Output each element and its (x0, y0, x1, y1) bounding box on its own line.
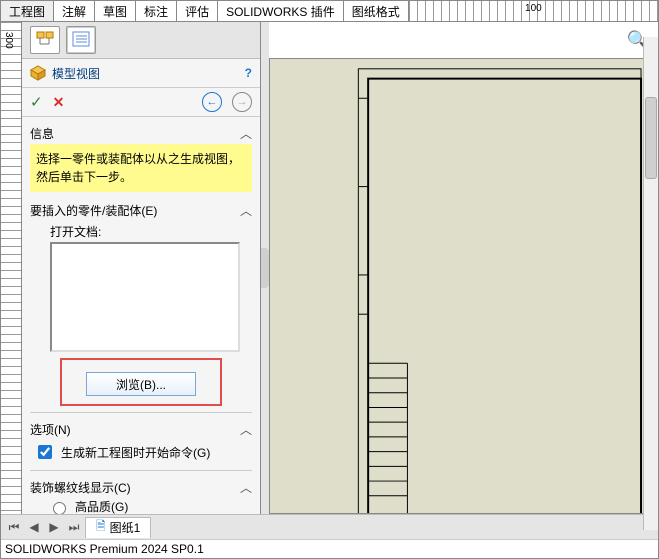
tab-sheet-format[interactable]: 图纸格式 (344, 1, 409, 21)
tab-label: 图纸格式 (352, 3, 400, 20)
tab-sketch[interactable]: 草图 (95, 1, 136, 21)
vertical-scrollbar[interactable] (643, 37, 658, 530)
info-message: 选择一零件或装配体以从之生成视图，然后单击下一步。 (30, 144, 252, 192)
horizontal-ruler: 100 (409, 1, 658, 21)
panel-splitter[interactable] (261, 22, 269, 514)
collapse-icon[interactable]: ︿ (240, 479, 252, 496)
sheet-tab-strip: ⏮ ◀ ▶ ⏭ 🗎 图纸1 (1, 514, 658, 539)
section-info: 信息 ︿ 选择一零件或装配体以从之生成视图，然后单击下一步。 (30, 121, 252, 192)
collapse-icon[interactable]: ︿ (240, 125, 252, 142)
open-documents-list[interactable] (50, 242, 240, 352)
tab-label: 标注 (144, 3, 168, 20)
collapse-icon[interactable]: ︿ (240, 421, 252, 438)
high-quality-radio[interactable] (53, 502, 66, 515)
status-text: SOLIDWORKS Premium 2024 SP0.1 (5, 542, 204, 556)
ruler-h-label: 100 (525, 3, 542, 14)
panel-view-switcher (22, 22, 260, 59)
pm-header: 模型视图 ? (22, 59, 260, 88)
model-view-icon (30, 65, 46, 81)
main-tabs: 工程图 注解 草图 标注 评估 SOLIDWORKS 插件 图纸格式 100 (1, 1, 658, 22)
tab-sw-addins[interactable]: SOLIDWORKS 插件 (218, 1, 344, 21)
vertical-ruler: 300 (1, 22, 22, 514)
open-documents-label: 打开文档: (30, 221, 252, 242)
pm-actions: ✓ ✕ ← → (22, 88, 260, 117)
section-insert: 要插入的零件/装配体(E) ︿ 打开文档: 浏览(B)... (30, 198, 252, 406)
forward-button[interactable]: → (232, 92, 252, 112)
section-thread: 装饰螺纹线显示(C) ︿ 高品质(G) (30, 475, 252, 514)
sheet-nav-last[interactable]: ⏭ (65, 518, 83, 536)
back-button[interactable]: ← (202, 92, 222, 112)
high-quality-label: 高品质(G) (75, 498, 128, 514)
sheet-tab-label: 图纸1 (110, 519, 141, 536)
sheet-frame-icon (270, 59, 643, 514)
browse-highlight: 浏览(B)... (60, 358, 222, 406)
sheet-icon: 🗎 (96, 517, 106, 538)
tree-icon (36, 31, 54, 50)
tab-evaluate[interactable]: 评估 (177, 1, 218, 21)
ok-button[interactable]: ✓ (30, 93, 43, 111)
collapse-icon[interactable]: ︿ (240, 202, 252, 219)
browse-button[interactable]: 浏览(B)... (86, 372, 196, 396)
property-manager-panel: 模型视图 ? ✓ ✕ ← → 信息 ︿ 选择一零件或装配体以从之生成视图，然后单… (22, 22, 261, 514)
start-command-checkbox-row[interactable]: 生成新工程图时开始命令(G) (30, 440, 252, 464)
section-thread-heading: 装饰螺纹线显示(C) (30, 479, 131, 496)
tab-label: 注解 (62, 3, 86, 20)
tab-label: 评估 (185, 3, 209, 20)
scrollbar-thumb[interactable] (645, 97, 657, 179)
canvas-toolbar: 🔍 (269, 22, 658, 58)
tab-annotation[interactable]: 注解 (54, 1, 95, 21)
canvas-area: 🔍 (269, 22, 658, 514)
section-options-heading: 选项(N) (30, 421, 71, 438)
sheet-nav-first[interactable]: ⏮ (5, 518, 23, 536)
status-bar: SOLIDWORKS Premium 2024 SP0.1 (1, 539, 658, 558)
ruler-v-label: 300 (3, 32, 14, 49)
section-insert-heading: 要插入的零件/装配体(E) (30, 202, 157, 219)
cancel-button[interactable]: ✕ (53, 94, 65, 111)
drawing-canvas[interactable] (269, 58, 644, 514)
sheet-tab-1[interactable]: 🗎 图纸1 (85, 517, 151, 538)
splitter-grip-icon (261, 248, 269, 288)
property-view-button[interactable] (66, 26, 96, 54)
pm-body: 信息 ︿ 选择一零件或装配体以从之生成视图，然后单击下一步。 要插入的零件/装配… (22, 117, 260, 514)
tab-label: 工程图 (9, 3, 45, 20)
start-command-checkbox[interactable] (38, 445, 52, 459)
section-info-heading: 信息 (30, 125, 54, 142)
start-command-label: 生成新工程图时开始命令(G) (61, 444, 210, 461)
pm-title: 模型视图 (52, 65, 245, 82)
tree-view-button[interactable] (30, 26, 60, 54)
section-options: 选项(N) ︿ 生成新工程图时开始命令(G) (30, 417, 252, 464)
sheet-nav-next[interactable]: ▶ (45, 518, 63, 536)
property-icon (72, 31, 90, 50)
tab-drawing[interactable]: 工程图 (1, 1, 54, 21)
sheet-nav-prev[interactable]: ◀ (25, 518, 43, 536)
high-quality-radio-row[interactable]: 高品质(G) (30, 498, 252, 514)
tab-dimension[interactable]: 标注 (136, 1, 177, 21)
help-icon[interactable]: ? (245, 66, 252, 80)
tab-label: 草图 (103, 3, 127, 20)
tab-label: SOLIDWORKS 插件 (226, 3, 335, 20)
